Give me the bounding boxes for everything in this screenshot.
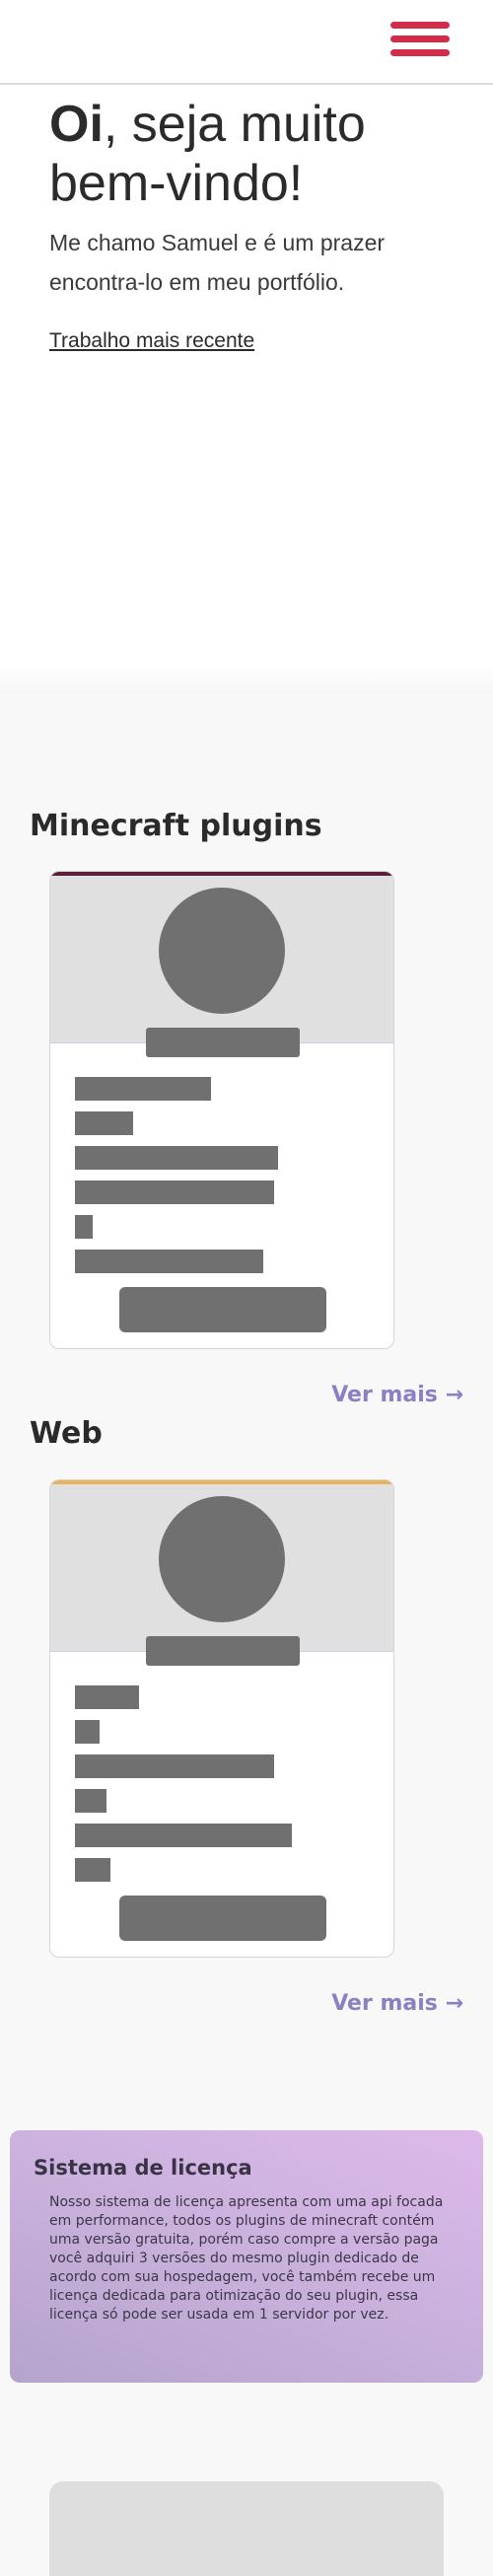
web-section-title: Web bbox=[30, 1416, 103, 1451]
card-description bbox=[50, 1043, 393, 1273]
menu-line bbox=[390, 36, 450, 42]
text-line-placeholder bbox=[75, 1754, 274, 1778]
text-line-placeholder bbox=[75, 1111, 133, 1135]
web-see-more-link[interactable]: Ver mais → bbox=[331, 1991, 463, 2016]
hamburger-menu-icon[interactable] bbox=[390, 20, 452, 63]
avatar bbox=[159, 888, 285, 1014]
text-line-placeholder bbox=[75, 1181, 274, 1204]
card-description bbox=[50, 1652, 393, 1882]
text-line-placeholder bbox=[75, 1789, 106, 1813]
recent-work-link[interactable]: Trabalho mais recente bbox=[49, 329, 254, 353]
card-header bbox=[50, 1484, 393, 1652]
text-line-placeholder bbox=[75, 1824, 292, 1847]
license-title: Sistema de licença bbox=[34, 2156, 252, 2180]
see-more-label: Ver mais bbox=[331, 1383, 438, 1407]
text-line-placeholder bbox=[75, 1215, 93, 1239]
text-line-placeholder bbox=[75, 1858, 110, 1882]
minecraft-section-title: Minecraft plugins bbox=[30, 809, 322, 843]
card-header bbox=[50, 876, 393, 1043]
menu-line bbox=[390, 49, 450, 56]
see-more-label: Ver mais bbox=[331, 1991, 438, 2016]
text-line-placeholder bbox=[75, 1720, 100, 1744]
hero-greeting: Oi, seja muito bem-vindo! bbox=[49, 95, 463, 213]
text-line-placeholder bbox=[75, 1685, 139, 1709]
bottom-card-placeholder bbox=[49, 2481, 444, 2576]
card-button-placeholder[interactable] bbox=[119, 1896, 326, 1941]
avatar bbox=[159, 1496, 285, 1622]
web-project-card[interactable] bbox=[49, 1479, 394, 1958]
card-button-placeholder[interactable] bbox=[119, 1287, 326, 1332]
arrow-right-icon: → bbox=[445, 1383, 463, 1407]
minecraft-plugin-card[interactable] bbox=[49, 871, 394, 1349]
license-description: Nosso sistema de licença apresenta com u… bbox=[49, 2194, 444, 2323]
card-title-placeholder bbox=[146, 1028, 300, 1057]
menu-line bbox=[390, 22, 450, 29]
text-line-placeholder bbox=[75, 1077, 211, 1101]
minecraft-see-more-link[interactable]: Ver mais → bbox=[331, 1383, 463, 1407]
top-bar bbox=[0, 0, 493, 85]
arrow-right-icon: → bbox=[445, 1991, 463, 2016]
hero: Oi, seja muito bem-vindo! Me chamo Samue… bbox=[49, 95, 463, 353]
greeting-bold: Oi bbox=[49, 96, 104, 153]
text-line-placeholder bbox=[75, 1146, 278, 1170]
hero-intro: Me chamo Samuel e é um prazer encontra-l… bbox=[49, 230, 386, 295]
card-title-placeholder bbox=[146, 1636, 300, 1666]
text-line-placeholder bbox=[75, 1250, 263, 1273]
license-info-box: Sistema de licença Nosso sistema de lice… bbox=[10, 2130, 483, 2383]
